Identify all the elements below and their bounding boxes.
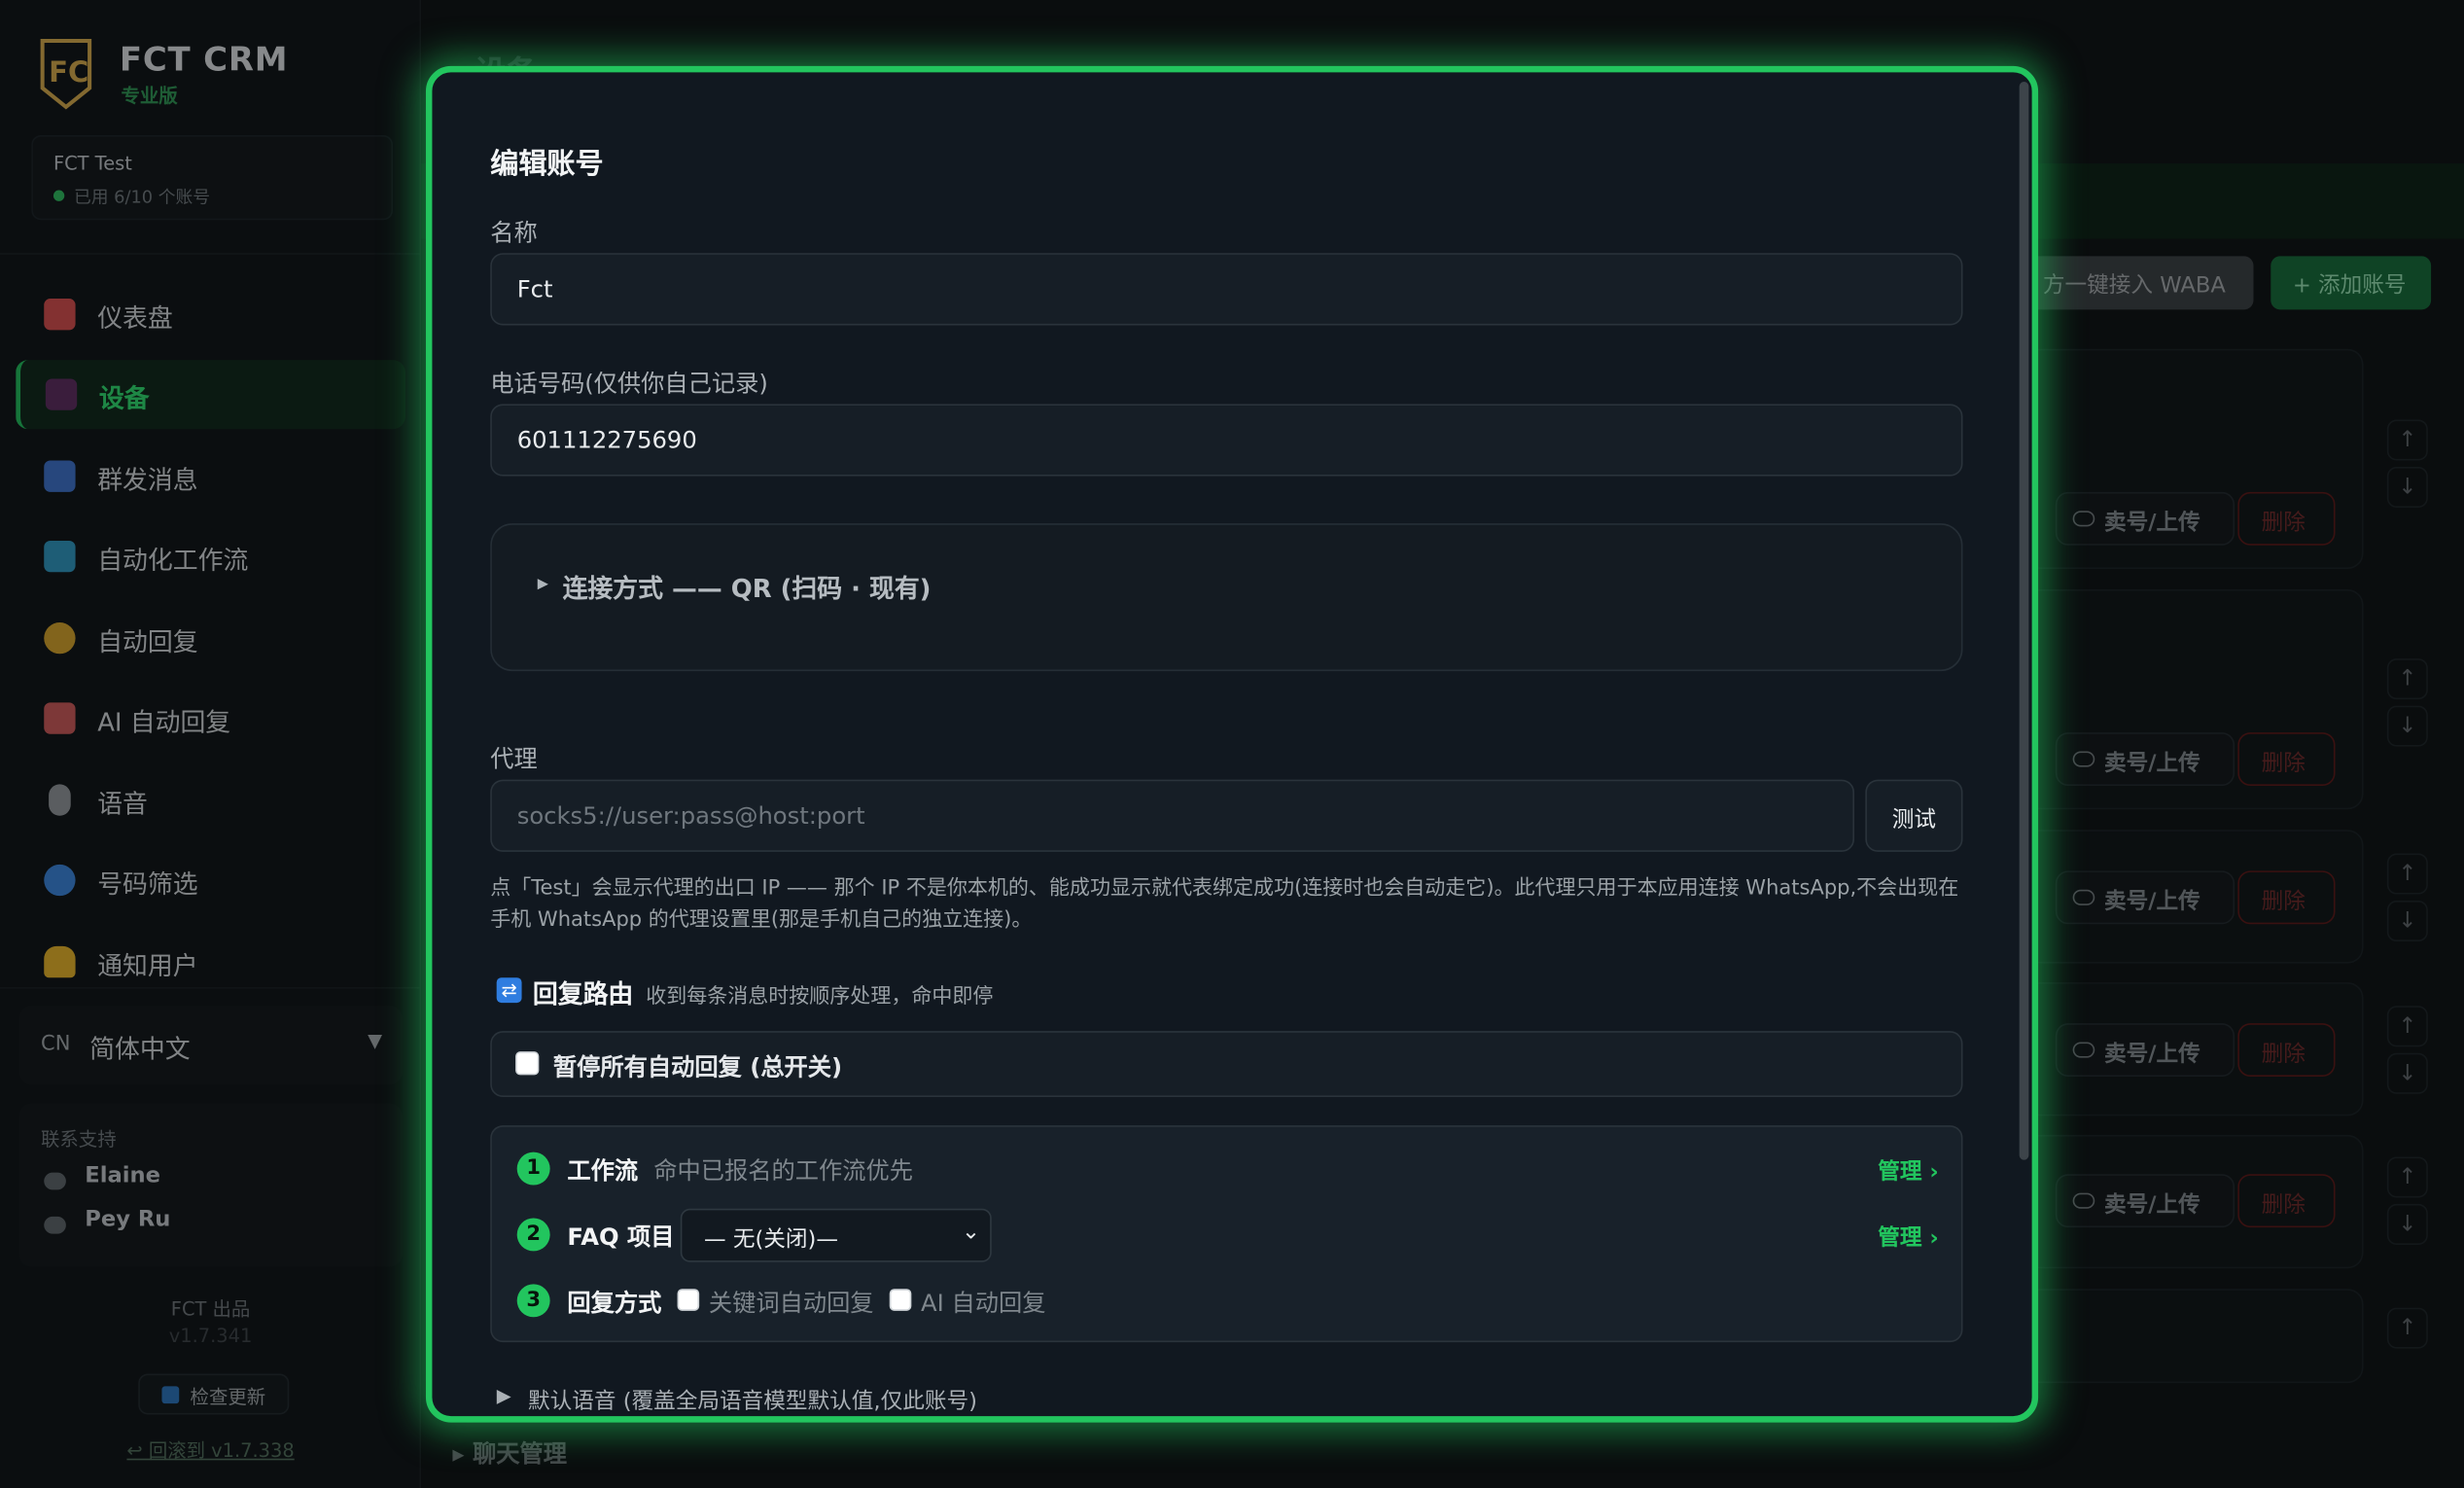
manage-faq-link[interactable]: 管理 › (1878, 1222, 1938, 1253)
step-desc: 命中已报名的工作流优先 (653, 1156, 913, 1186)
ai-reply-checkbox[interactable] (889, 1289, 912, 1311)
step-title: 工作流 (567, 1156, 639, 1186)
name-label: 名称 (490, 218, 538, 247)
shuffle-icon: ⇄ (496, 977, 522, 1004)
step-number: 2 (516, 1218, 550, 1252)
manage-workflow-link[interactable]: 管理 › (1878, 1155, 1938, 1187)
name-field[interactable]: Fct (490, 253, 1963, 326)
step-number: 1 (516, 1151, 550, 1186)
proxy-placeholder: socks5://user:pass@host:port (516, 801, 865, 831)
keyword-reply-checkbox[interactable] (677, 1289, 700, 1311)
modal-title: 编辑账号 (490, 147, 604, 181)
phone-label: 电话号码(仅供你自己记录) (490, 369, 768, 398)
pause-label: 暂停所有自动回复 (总开关) (552, 1052, 843, 1081)
pause-checkbox[interactable] (515, 1051, 540, 1076)
faq-select[interactable]: — 无(关闭)— ⌄ (680, 1208, 992, 1262)
phone-field[interactable]: 601112275690 (490, 404, 1963, 477)
reply-steps-panel: 1 工作流 命中已报名的工作流优先 管理 › 2 FAQ 项目 — 无(关闭)—… (490, 1125, 1963, 1343)
proxy-help-text: 点「Test」会显示代理的出口 IP —— 那个 IP 不是你本机的、能成功显示… (490, 876, 1959, 933)
proxy-label: 代理 (490, 745, 538, 774)
reply-routing-desc: 收到每条消息时按顺序处理，命中即停 (646, 985, 994, 1010)
reply-routing-title: 回复路由 (532, 978, 634, 1010)
name-value: Fct (516, 274, 553, 303)
step-number: 3 (516, 1284, 550, 1318)
step-title: 回复方式 (567, 1289, 662, 1318)
step-title: FAQ 项目 (567, 1222, 675, 1252)
modal-scrollbar[interactable] (2019, 82, 2029, 1160)
proxy-input[interactable]: socks5://user:pass@host:port (490, 779, 1854, 852)
edit-account-modal: 编辑账号 名称 Fct 电话号码(仅供你自己记录) 601112275690 ▶… (425, 65, 2039, 1423)
default-language-section[interactable]: 默认语音 (覆盖全局语音模型默认值,仅此账号) (528, 1385, 977, 1416)
phone-value: 601112275690 (516, 425, 697, 455)
connection-method-section[interactable]: ▶ 连接方式 —— QR (扫码 · 现有) (490, 523, 1963, 672)
test-proxy-button[interactable]: 测试 (1865, 779, 1963, 852)
keyword-reply-label: 关键词自动回复 (708, 1289, 874, 1318)
expand-arrow-icon: ▶ (496, 1384, 511, 1407)
connection-label: 连接方式 —— QR (扫码 · 现有) (562, 573, 932, 604)
faq-select-value: — 无(关闭)— (704, 1227, 838, 1254)
chevron-down-icon: ⌄ (962, 1220, 981, 1245)
pause-all-toggle[interactable]: 暂停所有自动回复 (总开关) (490, 1031, 1963, 1098)
ai-reply-label: AI 自动回复 (921, 1289, 1046, 1318)
expand-arrow-icon: ▶ (537, 577, 548, 593)
test-label: 测试 (1891, 807, 1937, 833)
